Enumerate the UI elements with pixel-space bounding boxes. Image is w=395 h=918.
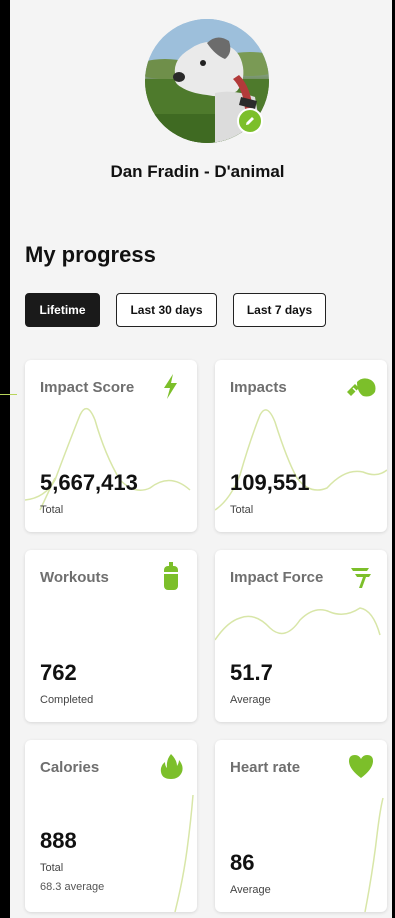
card-title: Calories xyxy=(40,759,100,776)
card-subtitle: Average xyxy=(230,884,271,896)
pencil-icon xyxy=(246,117,254,125)
card-calories[interactable]: Calories 888 Total 68.3 average xyxy=(25,740,197,912)
running-figure-icon xyxy=(351,568,371,588)
card-value: 109,551 xyxy=(230,470,310,495)
card-value: 888 xyxy=(40,828,77,853)
card-value: 762 xyxy=(40,660,77,685)
tab-last-7-days[interactable]: Last 7 days xyxy=(233,293,326,327)
card-title: Impact Force xyxy=(230,569,324,586)
card-subtitle: Total xyxy=(230,504,254,516)
divider-line xyxy=(0,394,17,395)
card-value: 86 xyxy=(230,850,255,875)
avatar-container[interactable] xyxy=(145,19,269,143)
card-subtitle: Total xyxy=(40,862,64,874)
heart-icon xyxy=(349,755,373,778)
card-heart-rate[interactable]: Heart rate 86 Average xyxy=(215,740,387,912)
section-title: My progress xyxy=(25,242,156,267)
boxing-glove-icon xyxy=(347,378,376,397)
tab-lifetime[interactable]: Lifetime xyxy=(25,293,100,327)
card-title: Workouts xyxy=(40,569,109,586)
flame-icon xyxy=(160,754,183,779)
card-value: 51.7 xyxy=(230,660,273,685)
card-subtitle: Completed xyxy=(40,694,94,706)
card-title: Impact Score xyxy=(40,379,135,396)
card-impact-force[interactable]: Impact Force 51.7 Average xyxy=(215,550,387,722)
card-impacts[interactable]: Impacts 109,551 Total xyxy=(215,360,387,532)
lightning-icon xyxy=(164,374,177,399)
card-title: Heart rate xyxy=(230,759,301,776)
edit-avatar-button[interactable] xyxy=(237,108,263,134)
card-subtitle: Average xyxy=(230,694,271,706)
card-secondary-subtitle: 68.3 average xyxy=(40,881,105,893)
card-value: 5,667,413 xyxy=(40,470,138,495)
app-screen: Dan Fradin - D'animal My progress Lifeti… xyxy=(0,0,395,918)
profile-name: Dan Fradin - D'animal xyxy=(110,162,285,181)
card-workouts[interactable]: Workouts 762 Completed xyxy=(25,550,197,722)
card-subtitle: Total xyxy=(40,504,64,516)
card-impact-score[interactable]: Impact Score 5,667,413 Total xyxy=(25,360,197,532)
punching-bag-icon xyxy=(164,562,178,590)
card-title: Impacts xyxy=(230,379,287,396)
tab-last-30-days[interactable]: Last 30 days xyxy=(116,293,217,327)
